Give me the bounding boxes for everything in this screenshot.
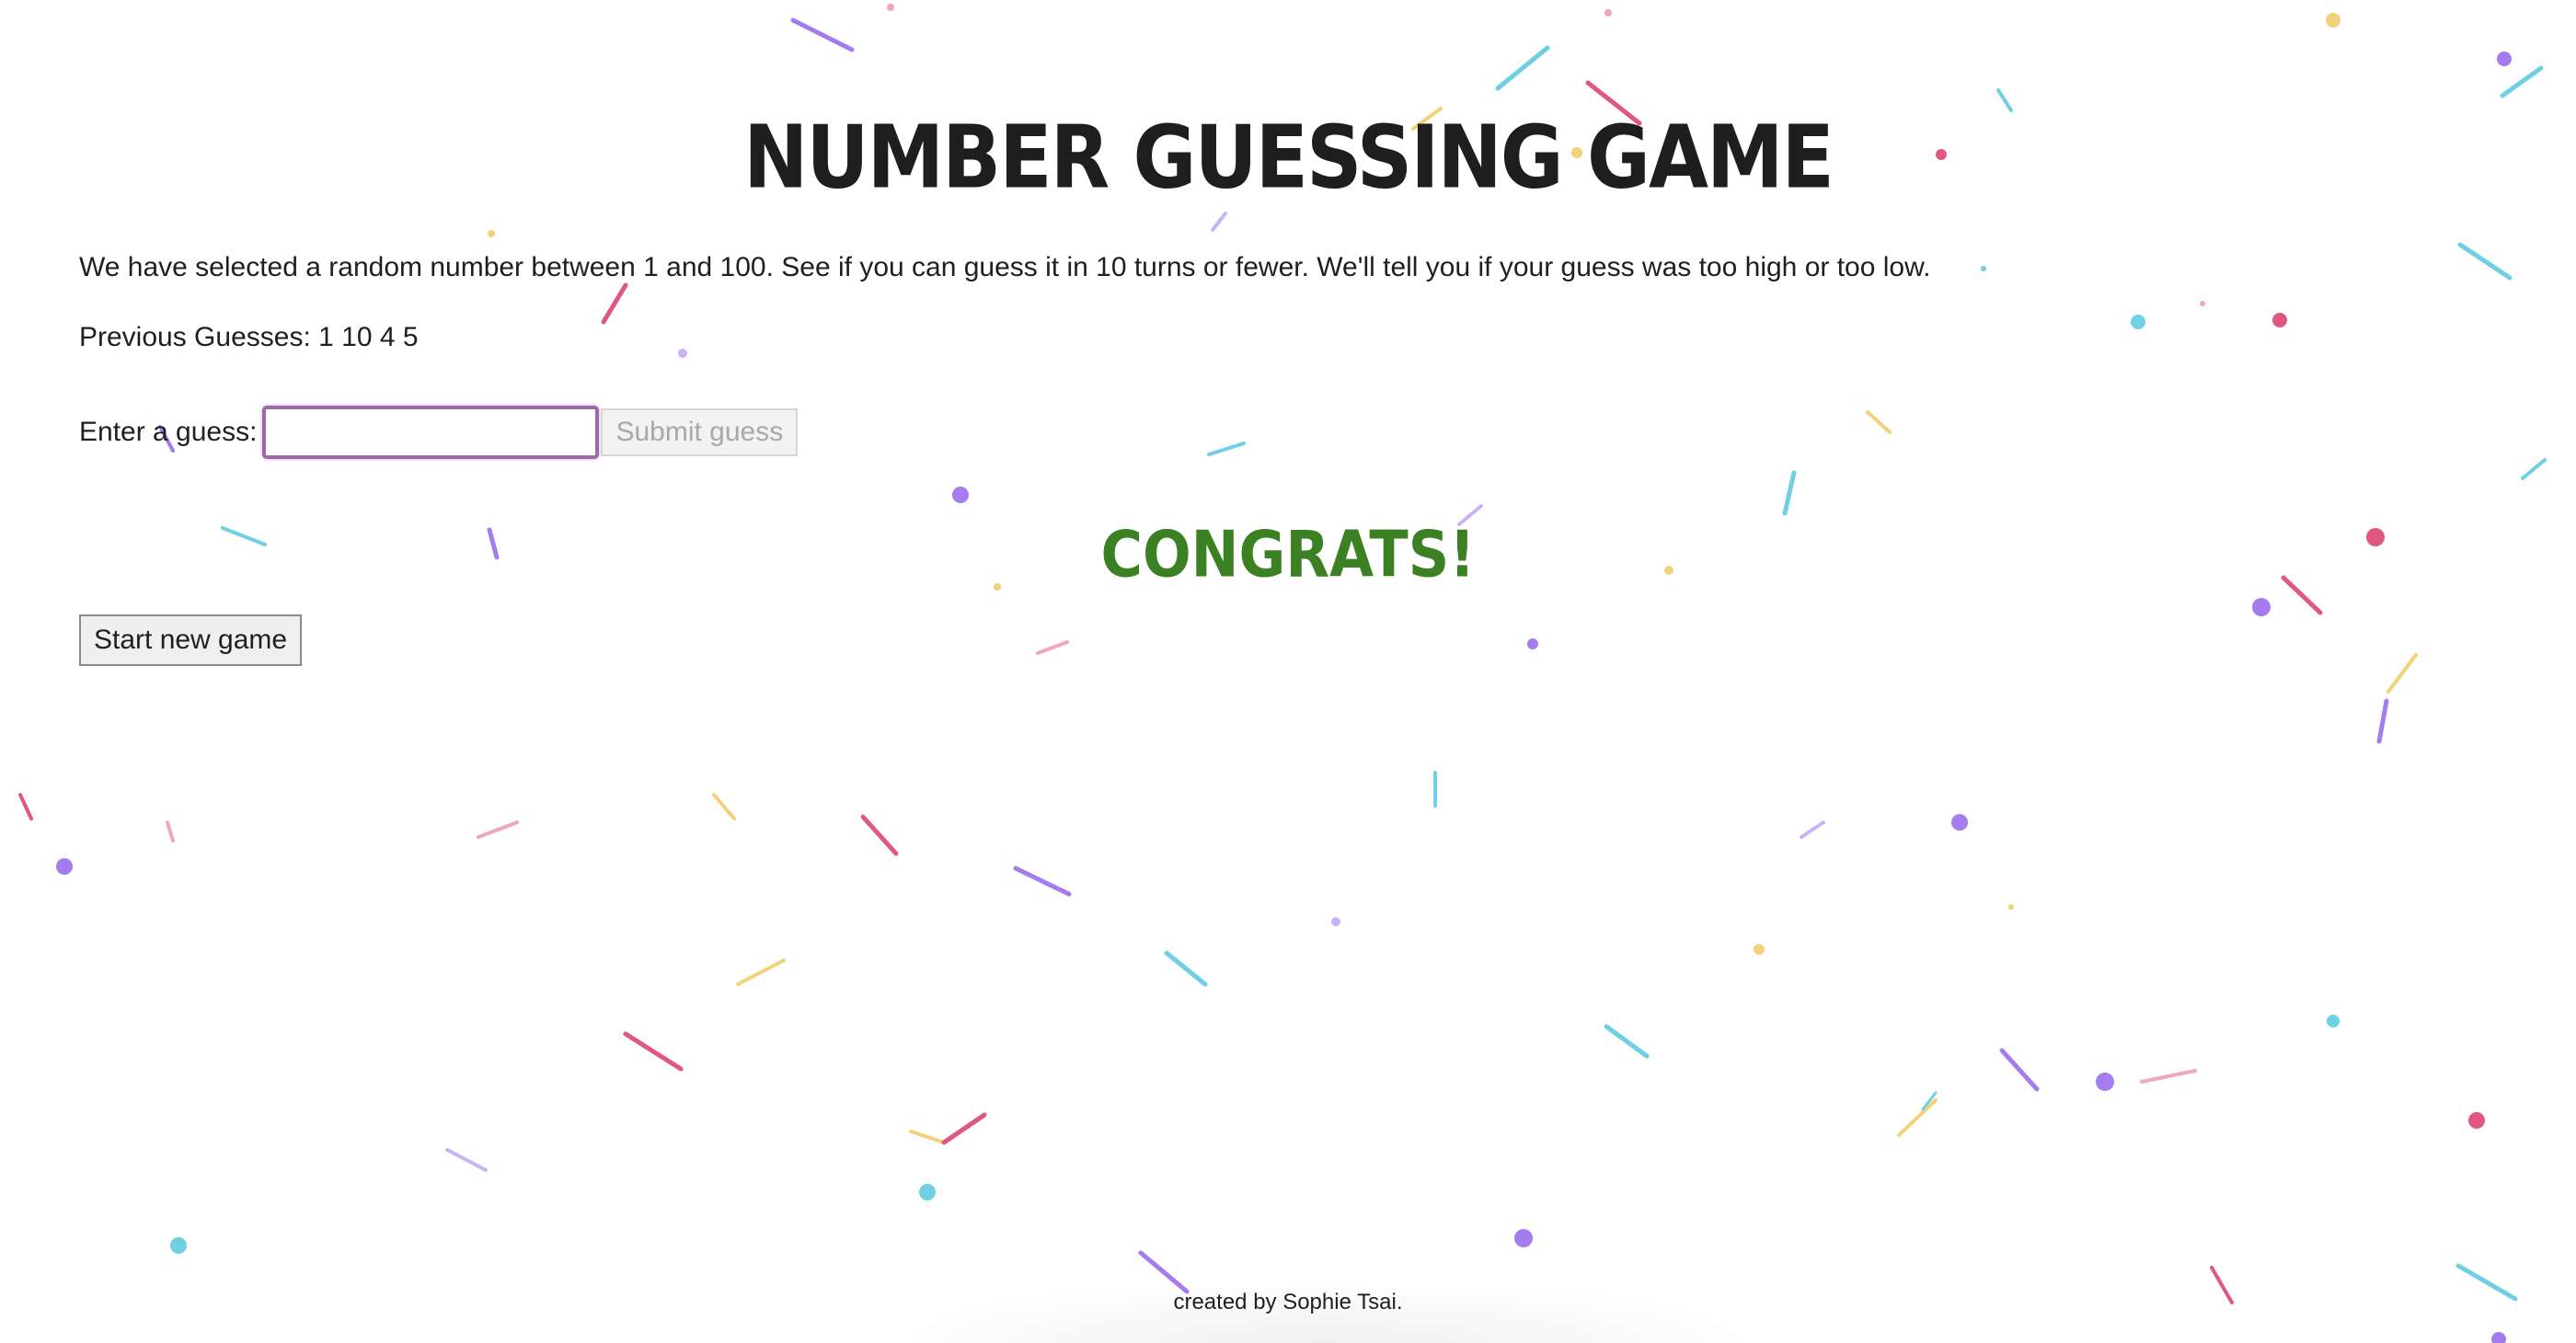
- footer-credit: created by Sophie Tsai.: [1173, 1290, 1403, 1314]
- guess-label: Enter a guess:: [79, 417, 258, 447]
- game-page: NUMBER GUESSING GAME We have selected a …: [0, 0, 2576, 1343]
- page-title: NUMBER GUESSING GAME: [743, 107, 1834, 208]
- submit-guess-button[interactable]: Submit guess: [601, 408, 799, 456]
- guess-form: Enter a guess: Submit guess: [79, 405, 799, 460]
- guess-input[interactable]: [262, 406, 600, 459]
- game-content: NUMBER GUESSING GAME We have selected a …: [0, 0, 2576, 1343]
- instructions-text: We have selected a random number between…: [79, 252, 1931, 282]
- result-message: CONGRATS!: [1100, 516, 1476, 592]
- previous-guesses: Previous Guesses: 1 10 4 5: [79, 322, 419, 352]
- start-new-game-button[interactable]: Start new game: [79, 614, 303, 666]
